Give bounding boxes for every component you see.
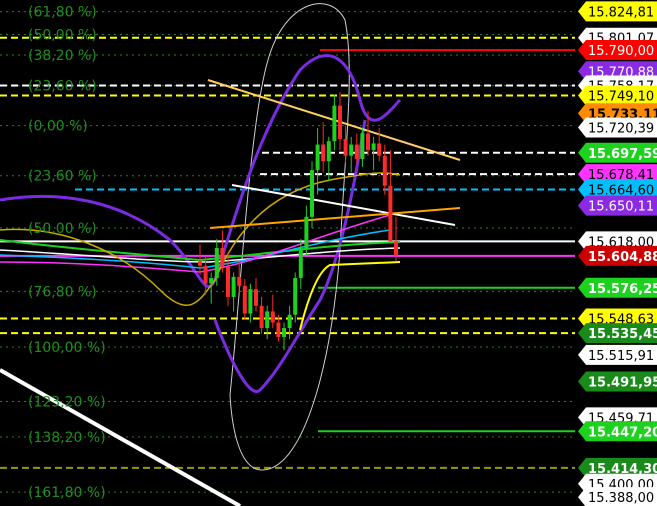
price-tag: 15.749,10 (578, 85, 657, 106)
candle-body (354, 144, 359, 160)
candle-body (394, 241, 398, 256)
fib-label: (138,20 %) (28, 430, 106, 446)
fib-label: (23,60 %) (28, 169, 97, 185)
candle-body (332, 105, 337, 142)
indicator-curve (229, 3, 350, 471)
indicator-curve (209, 207, 461, 229)
candle-body (248, 289, 253, 314)
candle-body (343, 139, 348, 156)
candle-body (226, 266, 230, 297)
fib-label: (100,00 %) (28, 340, 106, 356)
price-tag-label: 15.824,81 (588, 5, 654, 20)
candle-body (321, 144, 326, 162)
price-tag: 15.650,11 (578, 195, 657, 216)
price-tag: 15.515,91 (578, 344, 657, 365)
price-tag: 15.824,81 (578, 1, 657, 22)
price-tag: 15.604,88 (578, 245, 657, 266)
candle-body (231, 276, 236, 297)
price-tag-label: 15.491,95 (588, 376, 657, 391)
candle-body (326, 141, 331, 162)
candle-body (293, 278, 298, 315)
price-tag-label: 15.447,20 (588, 425, 657, 440)
price-tag: 15.697,59 (578, 142, 657, 163)
price-tag: 15.576,25 (578, 277, 657, 298)
price-tag-label: 15.790,00 (588, 44, 654, 59)
price-tag-label: 15.697,59 (588, 147, 657, 162)
price-tag-label: 15.535,45 (588, 327, 657, 342)
price-tag-label: 15.576,25 (588, 282, 657, 297)
candle-body (304, 216, 309, 248)
candle-body (360, 133, 365, 160)
candle-body (259, 305, 264, 329)
candle-body (298, 247, 303, 279)
candle-body (371, 143, 376, 151)
fib-label: (23,60 %) (28, 79, 97, 95)
candle-body (265, 311, 270, 329)
candle-body (349, 144, 354, 156)
price-tag-label: 15.650,11 (588, 200, 654, 215)
price-tag-label: 15.515,91 (588, 349, 654, 364)
price-tag-label: 15.604,88 (588, 250, 657, 265)
price-tag: 15.720,39 (578, 117, 657, 138)
fib-label: (0,00 %) (28, 119, 88, 135)
price-chart: (61,80 %) (50,00 %) (38,20 %) (23,60 %) (0,0… (0, 1, 657, 506)
candle-body (382, 155, 387, 186)
price-tag: 15.388,00 (578, 487, 657, 506)
fib-label: (76,80 %) (28, 284, 97, 300)
candle-body (377, 143, 382, 156)
candle-body (315, 144, 320, 171)
fib-label: (123,20 %) (28, 394, 106, 410)
candle-body (237, 276, 242, 286)
candle-body (214, 247, 219, 279)
price-tag: 15.447,20 (578, 421, 657, 442)
price-tag-label: 15.749,10 (588, 90, 654, 105)
price-tag-label: 15.720,39 (588, 121, 654, 136)
candle-body (276, 322, 281, 337)
fib-label: (61,80 %) (28, 5, 97, 21)
indicator-curve (299, 261, 401, 331)
candle-body (254, 289, 258, 306)
price-tag-label: 15.388,00 (588, 491, 654, 506)
candle-body (242, 285, 247, 314)
candle-body (203, 265, 208, 284)
candle-body (282, 328, 286, 337)
candle-body (209, 278, 214, 284)
candle-body (388, 185, 393, 242)
price-tag: 15.790,00 (578, 40, 657, 61)
fib-label: (50,00 %) (28, 221, 97, 237)
candle-body (366, 133, 370, 151)
candle-body (220, 247, 225, 267)
candle-body (338, 105, 342, 140)
candle-body (310, 170, 314, 217)
fib-label: (38,20 %) (28, 48, 97, 64)
price-tag: 15.491,95 (578, 371, 657, 392)
candle-body (287, 314, 292, 329)
candle-body (198, 261, 202, 266)
price-tags: 15.824,8115.801,0715.790,0015.770,8815.7… (578, 1, 657, 506)
fib-label: (50,00 %) (28, 27, 97, 43)
fib-label: (161,80 %) (28, 485, 106, 501)
price-tag: 15.535,45 (578, 323, 657, 344)
candle-body (270, 311, 275, 323)
